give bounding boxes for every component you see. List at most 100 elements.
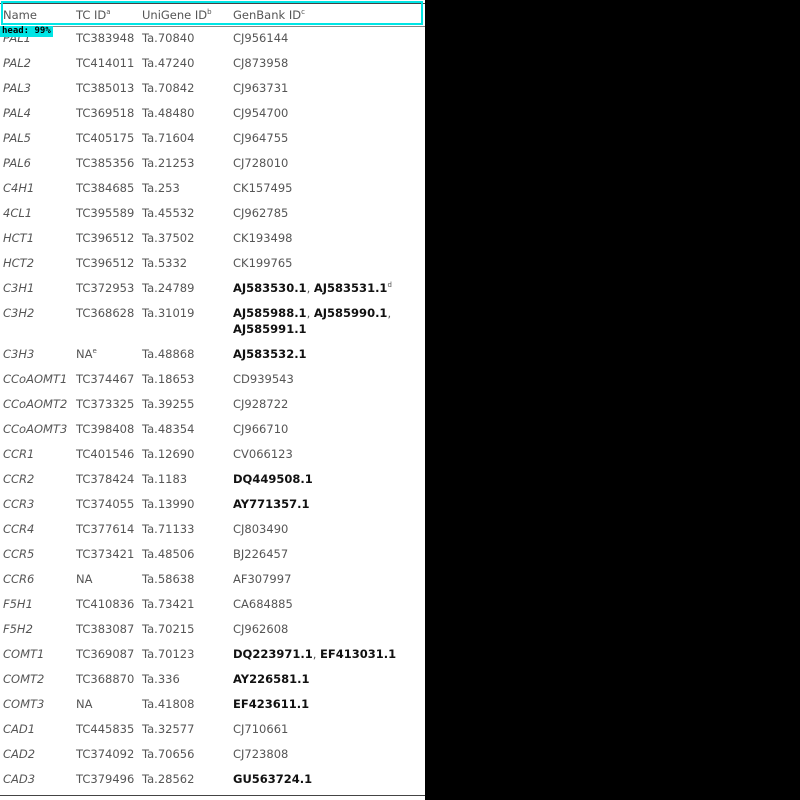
genbank-separator: ,	[306, 281, 314, 295]
genbank-accession: AJ583531.1	[313, 281, 388, 295]
genbank-id-cell: CJ962785	[233, 205, 288, 221]
genbank-separator: CK199765	[233, 256, 293, 270]
tc-id-cell: NA	[76, 697, 93, 711]
tc-id-cell: TC405175	[76, 131, 135, 145]
genbank-separator: BJ226457	[233, 547, 289, 561]
unigene-id-cell: Ta.37502	[142, 231, 195, 245]
unigene-id-cell: Ta.48354	[142, 422, 195, 436]
genbank-accession: DQ223971.1	[233, 647, 313, 661]
unigene-id-cell: Ta.45532	[142, 206, 195, 220]
genbank-separator: ,	[306, 306, 314, 320]
genbank-accession: GU563724.1	[233, 772, 313, 786]
gene-name-cell: HCT1	[3, 231, 35, 245]
genbank-id-cell: CK157495	[233, 180, 292, 196]
gene-name-cell: C3H3	[3, 347, 35, 361]
table-bottom-rule	[0, 795, 425, 796]
unigene-id-cell: Ta.70656	[142, 747, 195, 761]
tc-id-cell: TC384685	[76, 181, 135, 195]
genbank-id-cell: AY771357.1	[233, 496, 310, 512]
unigene-id-cell: Ta.28562	[142, 772, 195, 786]
genbank-id-cell: CA684885	[233, 596, 293, 612]
unigene-id-cell: Ta.70842	[142, 81, 195, 95]
genbank-accession: AY771357.1	[233, 497, 310, 511]
genbank-id-cell: AJ583532.1	[233, 346, 307, 362]
genbank-id-cell: CJ873958	[233, 55, 288, 71]
genbank-id-cell: CJ803490	[233, 521, 288, 537]
genbank-separator: CJ803490	[233, 522, 289, 536]
gene-name-cell: PAL4	[3, 106, 31, 120]
unigene-id-cell: Ta.73421	[142, 597, 195, 611]
genbank-id-cell: CK193498	[233, 230, 292, 246]
gene-name-cell: CAD1	[3, 722, 36, 736]
tc-id-cell: TC368870	[76, 672, 135, 686]
genbank-separator: ,	[312, 647, 321, 661]
unigene-id-cell: Ta.70123	[142, 647, 195, 661]
gene-name-cell: CCR1	[3, 447, 35, 461]
genbank-id-cell: AY226581.1	[233, 671, 310, 687]
genbank-id-cell: AF307997	[233, 571, 291, 587]
genbank-separator: CJ728010	[233, 156, 289, 170]
unigene-id-cell: Ta.336	[142, 672, 180, 686]
tc-id-cell: TC410836	[76, 597, 135, 611]
tc-footnote: e	[92, 347, 97, 356]
gene-name-cell: PAL6	[3, 156, 31, 170]
gene-name-cell: PAL5	[3, 131, 31, 145]
genbank-separator: CK193498	[233, 231, 293, 245]
unigene-id-cell: Ta.48868	[142, 347, 195, 361]
genbank-id-cell: CV066123	[233, 446, 293, 462]
genbank-accession: EF413031.1	[320, 647, 397, 661]
gene-name-cell: CCR6	[3, 572, 35, 586]
gene-name-cell: CCR5	[3, 547, 35, 561]
genbank-id-cell: CJ966710	[233, 421, 288, 437]
tc-id-cell: TC374055	[76, 497, 135, 511]
gene-name-cell: 4CL1	[3, 206, 33, 220]
genbank-id-cell: CJ954700	[233, 105, 288, 121]
genbank-id-cell: CD939543	[233, 371, 294, 387]
tc-id-cell: TC379496	[76, 772, 135, 786]
tc-id-cell: TC378424	[76, 472, 135, 486]
gene-name-cell: CCoAOMT2	[3, 397, 68, 411]
gene-name-cell: C3H1	[3, 281, 35, 295]
unigene-id-cell: Ta.70840	[142, 31, 195, 45]
detection-box	[1, 1, 423, 25]
genbank-separator: ,	[387, 306, 392, 320]
gene-name-cell: CCoAOMT1	[3, 372, 68, 386]
unigene-id-cell: Ta.12690	[142, 447, 195, 461]
tc-id-cell: TC373325	[76, 397, 135, 411]
unigene-id-cell: Ta.13990	[142, 497, 195, 511]
tc-id-cell: TC385013	[76, 81, 135, 95]
genbank-id-cell: CJ723808	[233, 746, 288, 762]
unigene-id-cell: Ta.39255	[142, 397, 195, 411]
genbank-separator: CA684885	[233, 597, 293, 611]
detection-label: head: 99%	[0, 26, 53, 37]
genbank-separator: CV066123	[233, 447, 293, 461]
genbank-accession: AY226581.1	[233, 672, 310, 686]
genbank-separator: CJ710661	[233, 722, 289, 736]
gene-name-cell: F5H1	[3, 597, 33, 611]
genbank-accession: AJ585988.1	[233, 306, 307, 320]
genbank-separator: CJ873958	[233, 56, 289, 70]
tc-id-cell: TC372953	[76, 281, 135, 295]
genbank-id-cell: CJ962608	[233, 621, 288, 637]
genbank-id-cell: CJ710661	[233, 721, 288, 737]
genbank-accession: DQ449508.1	[233, 472, 313, 486]
unigene-id-cell: Ta.5332	[142, 256, 188, 270]
gene-name-cell: CCR4	[3, 522, 35, 536]
gene-name-cell: CAD2	[3, 747, 36, 761]
tc-id-cell: TC401546	[76, 447, 135, 461]
unigene-id-cell: Ta.24789	[142, 281, 195, 295]
genbank-id-cell: CJ928722	[233, 396, 288, 412]
tc-id-cell: TC374467	[76, 372, 135, 386]
genbank-separator: CJ963731	[233, 81, 289, 95]
tc-id-cell: TC383087	[76, 622, 135, 636]
gene-name-cell: CAD3	[3, 772, 36, 786]
genbank-separator: CJ966710	[233, 422, 289, 436]
genbank-accession: AJ583532.1	[233, 347, 307, 361]
unigene-id-cell: Ta.18653	[142, 372, 195, 386]
genbank-id-cell: DQ223971.1, EF413031.1	[233, 646, 396, 662]
unigene-id-cell: Ta.41808	[142, 697, 195, 711]
unigene-id-cell: Ta.71133	[142, 522, 195, 536]
tc-id-cell: TC385356	[76, 156, 135, 170]
gene-name-cell: PAL2	[3, 56, 31, 70]
tc-id-cell: TC445835	[76, 722, 135, 736]
